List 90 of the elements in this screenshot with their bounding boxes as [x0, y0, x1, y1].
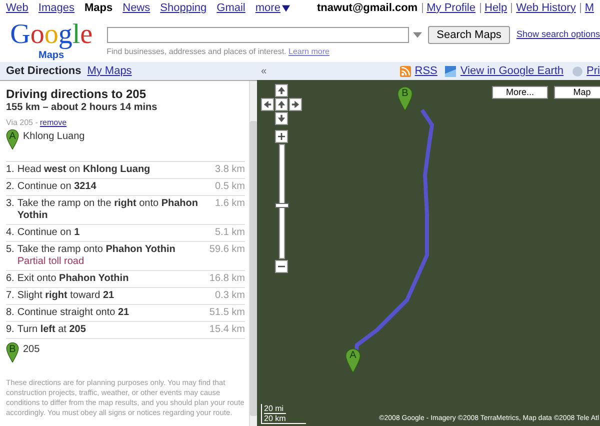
marker-pin: A: [6, 129, 19, 150]
plus-icon: [278, 133, 285, 140]
minus-icon: [278, 263, 285, 270]
maps-logo-subtitle: Maps: [38, 50, 64, 61]
zoom-slider-thumb[interactable]: [274, 202, 288, 208]
map-toolbar-link[interactable]: Pri: [586, 62, 600, 80]
search-field[interactable]: [106, 27, 409, 43]
dropdown-caret-icon[interactable]: [412, 32, 422, 38]
remove-link[interactable]: remove: [40, 117, 67, 129]
zoom-in-button[interactable]: [275, 130, 288, 143]
step-instruction: Continue on 3214: [17, 181, 96, 193]
pan-center-button[interactable]: [275, 98, 288, 111]
map-type-button[interactable]: Map: [554, 86, 600, 99]
nav-link[interactable]: Gmail: [216, 0, 246, 16]
step-number: 8.: [6, 307, 14, 319]
marker-pin: A: [345, 348, 361, 374]
step-distance: 59.6 km: [208, 244, 245, 257]
account-link[interactable]: My Profile: [426, 0, 476, 16]
map-toolbar-link[interactable]: RSS: [414, 62, 438, 80]
step-instruction: Continue straight onto 21: [17, 307, 130, 319]
step-instruction: Turn left at 205: [17, 324, 86, 336]
direction-step[interactable]: 9. Turn left at 205 15.4 km: [6, 322, 245, 339]
google-logo[interactable]: Google: [10, 20, 93, 50]
step-distance: 0.5 km: [214, 181, 245, 193]
earth-icon: [445, 66, 456, 76]
search-maps-button[interactable]: Search Maps: [428, 26, 510, 44]
search-hint: Find businesses, addresses and places of interest.: [106, 47, 286, 56]
zoom-out-button[interactable]: [275, 260, 288, 273]
direction-step[interactable]: 7. Slight right toward 21 0.3 km: [6, 288, 245, 305]
direction-step[interactable]: 1. Head west on Khlong Luang 3.8 km: [6, 162, 245, 179]
step-instruction: Slight right toward 21: [17, 290, 114, 302]
collapse-panel-button[interactable]: «: [261, 64, 267, 78]
pan-right-button[interactable]: [289, 98, 302, 111]
step-instruction: Head west on Khlong Luang: [17, 164, 150, 176]
learn-more-link[interactable]: Learn more: [288, 47, 330, 56]
scrollbar[interactable]: [249, 81, 257, 426]
direction-step[interactable]: 5. Take the ramp onto Phahon Yothin Partial toll road 59.6 km: [6, 242, 245, 271]
step-number: 3.: [6, 198, 14, 211]
pan-down-button[interactable]: [275, 112, 288, 125]
step-number: 2.: [6, 181, 14, 193]
step-number: 9.: [6, 324, 14, 336]
step-number: 5.: [6, 244, 14, 257]
step-instruction: Take the ramp on the right onto Phahon Yothin: [17, 198, 199, 222]
map-toolbar-link[interactable]: View in Google Earth: [460, 62, 564, 80]
pan-left-button[interactable]: [261, 98, 274, 111]
directions-title: Driving directions to 205: [6, 87, 148, 101]
direction-step[interactable]: 2. Continue on 3214 0.5 km: [6, 179, 245, 196]
marker-pin: B: [397, 86, 413, 112]
toll-note: Partial toll road: [17, 256, 86, 268]
account-link[interactable]: M: [584, 0, 594, 16]
account-link[interactable]: Web History: [516, 0, 576, 16]
nav-link[interactable]: Maps: [84, 0, 113, 16]
account-email: tnawut@gmail.com: [317, 0, 418, 16]
step-instruction: Continue on 1: [17, 227, 80, 239]
step-distance: 15.4 km: [208, 324, 245, 336]
panel-tab[interactable]: My Maps: [87, 62, 132, 80]
step-distance: 3.8 km: [214, 164, 245, 176]
step-distance: 5.1 km: [214, 227, 245, 239]
step-distance: 16.8 km: [208, 273, 245, 285]
scale-bar: 20 mi 20 km: [261, 404, 306, 424]
step-distance: 51.5 km: [208, 307, 245, 319]
nav-link[interactable]: Images: [38, 0, 74, 16]
direction-step[interactable]: 3. Take the ramp on the right onto Phahon Yothin 1.6 km: [6, 196, 245, 225]
via-text: Via 205 -: [6, 117, 38, 129]
caret-icon: [282, 4, 290, 12]
direction-step[interactable]: 8. Continue straight onto 21 51.5 km: [6, 305, 245, 322]
step-distance: 1.6 km: [214, 198, 245, 211]
rss-icon: [400, 66, 411, 76]
step-instruction: Take the ramp onto Phahon Yothin: [17, 244, 176, 256]
search-options-link[interactable]: Show search options: [516, 28, 600, 42]
route-summary: 155 km – about 2 hours 14 mins: [6, 101, 158, 114]
direction-step[interactable]: 6. Exit onto Phahon Yothin 16.8 km: [6, 271, 245, 288]
marker-pin: B: [6, 342, 19, 363]
panel-tab[interactable]: Get Directions: [6, 62, 82, 80]
nav-link[interactable]: Shopping: [160, 0, 207, 16]
direction-step[interactable]: 4. Continue on 1 5.1 km: [6, 225, 245, 242]
step-distance: 0.3 km: [214, 290, 245, 302]
more-link[interactable]: more: [255, 0, 290, 16]
step-instruction: Exit onto Phahon Yothin: [17, 273, 129, 285]
pan-up-button[interactable]: [275, 84, 288, 97]
nav-link[interactable]: News: [122, 0, 150, 16]
end-location: 205: [23, 343, 40, 357]
account-link[interactable]: Help: [484, 0, 508, 16]
step-number: 4.: [6, 227, 14, 239]
nav-link[interactable]: Web: [6, 0, 28, 16]
map-type-button[interactable]: More...: [492, 86, 548, 99]
start-location: Khlong Luang: [23, 130, 85, 144]
step-number: 6.: [6, 273, 14, 285]
step-number: 1.: [6, 164, 14, 176]
step-number: 7.: [6, 290, 14, 302]
